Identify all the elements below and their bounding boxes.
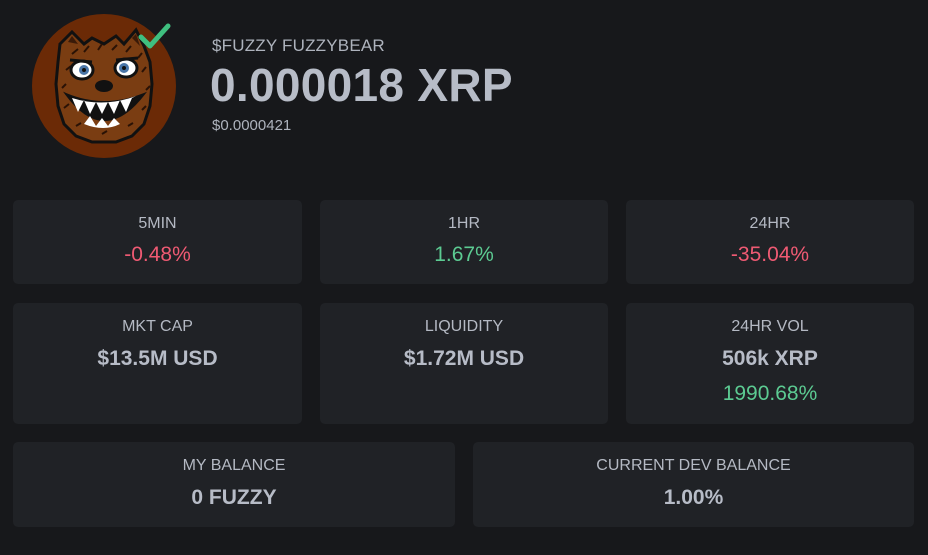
change-label-1hr: 1HR — [447, 215, 480, 232]
change-value-1hr: 1.67% — [434, 243, 494, 266]
change-label-5min: 5MIN — [138, 215, 177, 232]
token-avatar-container — [32, 14, 176, 158]
liquidity-value: $1.72M USD — [403, 347, 525, 370]
change-label-24hr: 24HR — [749, 215, 791, 232]
change-card-24hr: 24HR -35.04% — [626, 200, 914, 284]
dev-balance-value: 1.00% — [663, 486, 724, 509]
market-cap-value: $13.5M USD — [97, 347, 218, 370]
change-card-5min: 5MIN -0.48% — [13, 200, 302, 284]
volume-card: 24HR VOL 506k XRP 1990.68% — [626, 303, 914, 424]
token-name: $FUZZY FUZZYBEAR — [212, 36, 385, 55]
checkmark-icon — [136, 22, 172, 52]
token-price-usd: $0.0000421 — [212, 117, 292, 134]
market-cap-label: MKT CAP — [122, 318, 193, 335]
token-header: $FUZZY FUZZYBEAR 0.000018 XRP $0.0000421 — [32, 14, 892, 158]
token-price-xrp: 0.000018 XRP — [210, 59, 513, 111]
my-balance-value: 0 FUZZY — [191, 486, 277, 509]
change-value-5min: -0.48% — [124, 243, 191, 266]
volume-label: 24HR VOL — [731, 318, 809, 335]
change-value-24hr: -35.04% — [730, 243, 810, 266]
dev-balance-label: CURRENT DEV BALANCE — [596, 457, 791, 474]
my-balance-label: MY BALANCE — [182, 457, 286, 474]
liquidity-card: LIQUIDITY $1.72M USD — [320, 303, 608, 424]
dev-balance-card: CURRENT DEV BALANCE 1.00% — [473, 442, 914, 527]
liquidity-label: LIQUIDITY — [424, 318, 504, 335]
volume-value: 506k XRP — [722, 347, 818, 370]
change-card-1hr: 1HR 1.67% — [320, 200, 608, 284]
market-cap-card: MKT CAP $13.5M USD — [13, 303, 302, 424]
my-balance-card: MY BALANCE 0 FUZZY — [13, 442, 455, 527]
volume-change-value: 1990.68% — [722, 382, 818, 405]
